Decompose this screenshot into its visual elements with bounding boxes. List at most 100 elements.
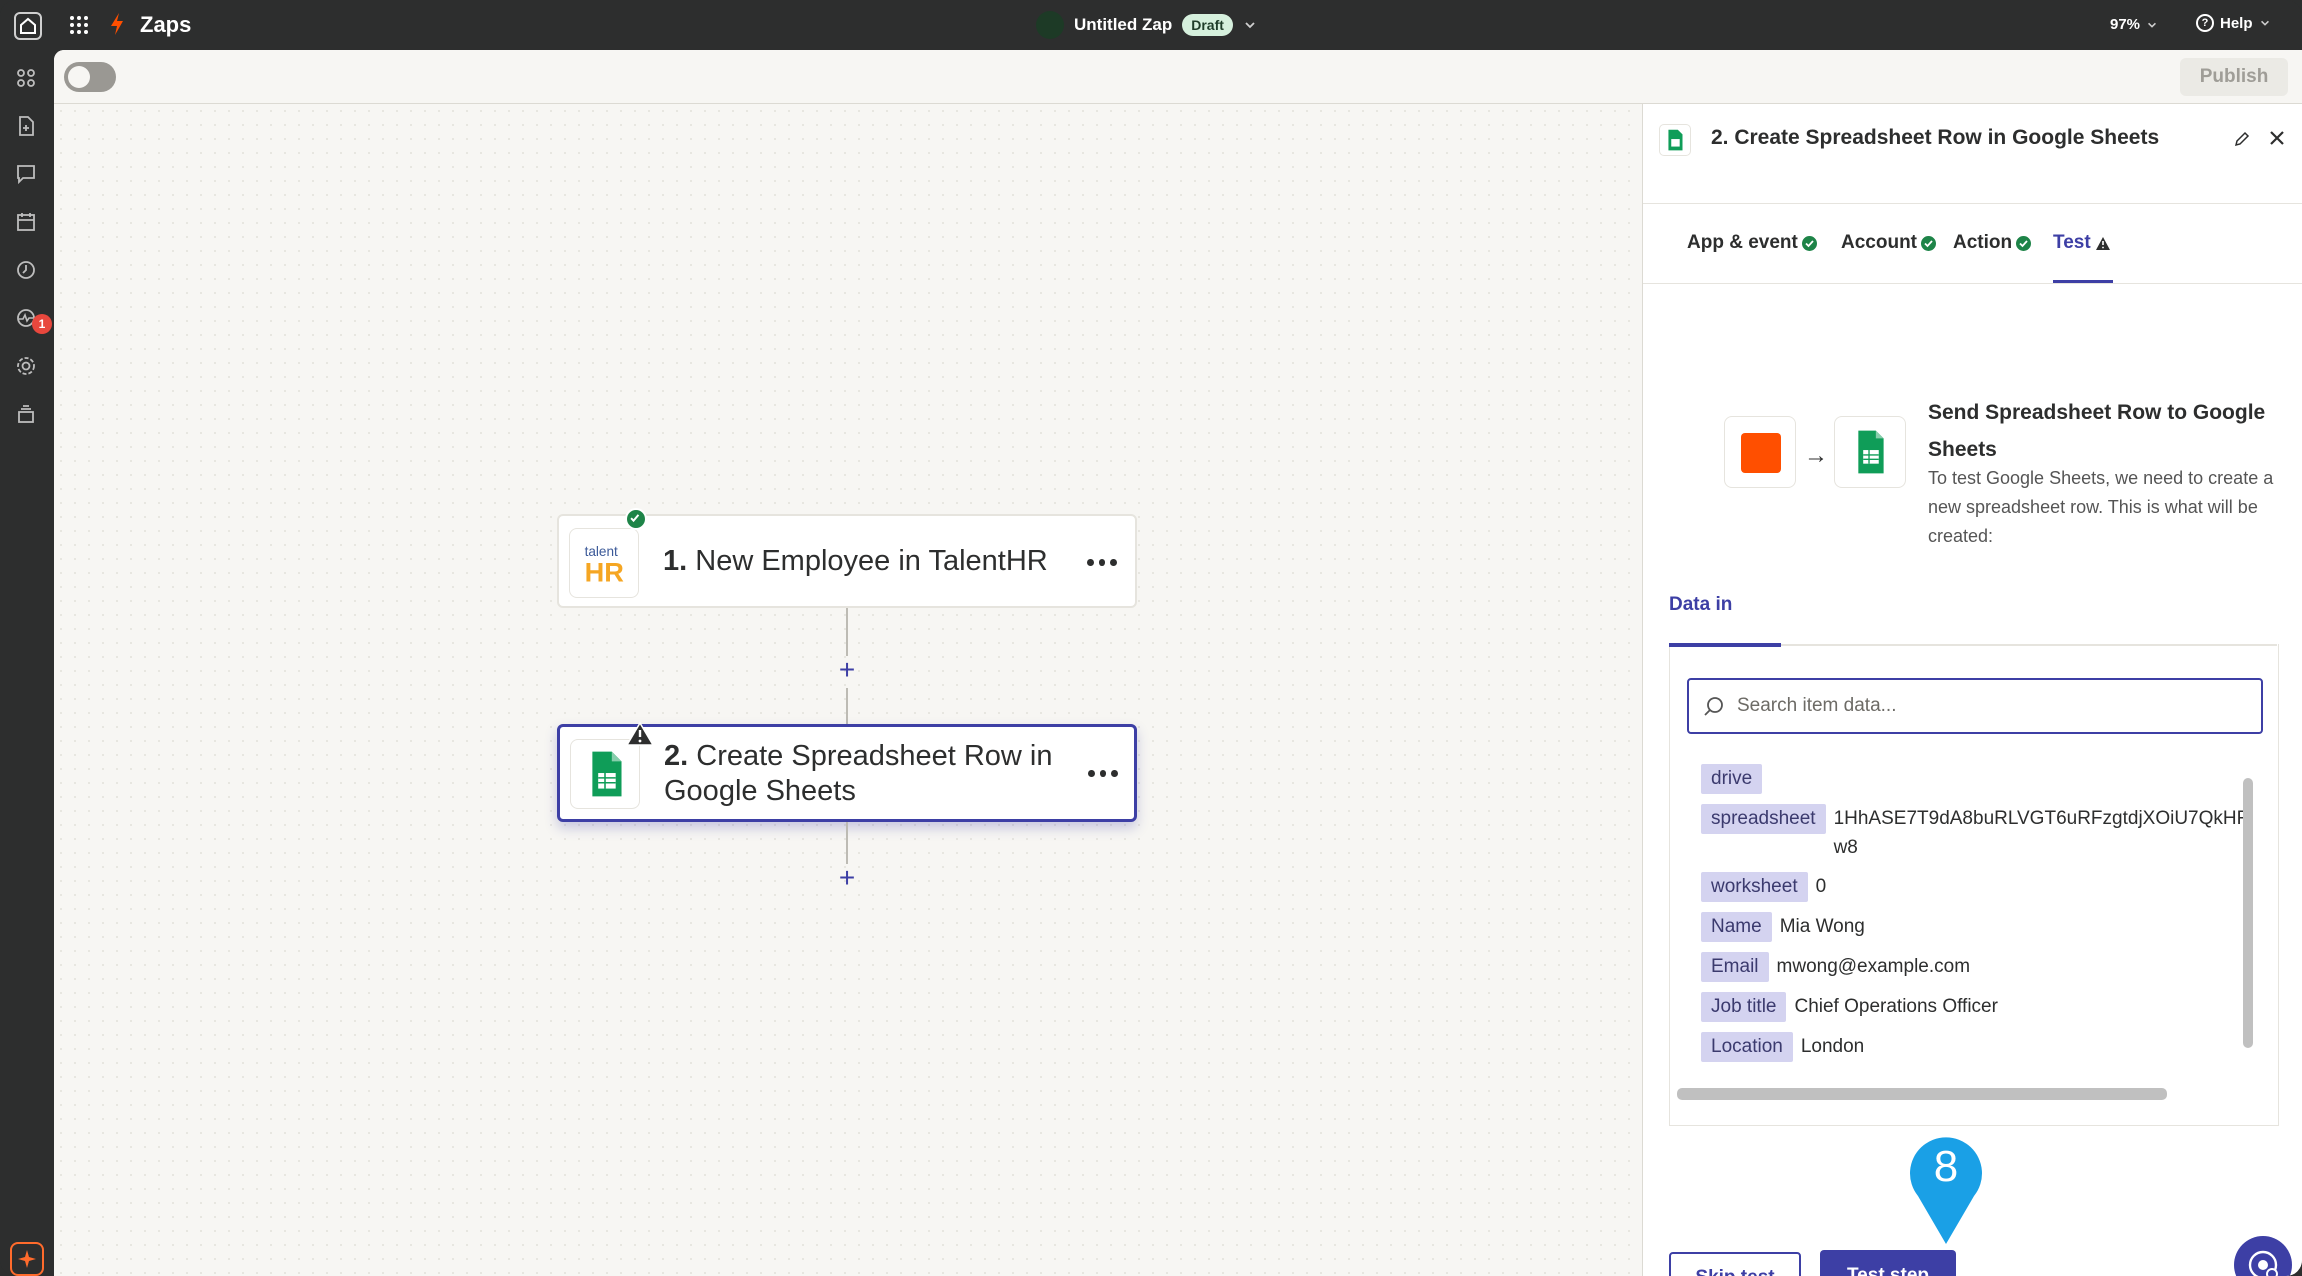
data-key: Location xyxy=(1701,1032,1793,1062)
tab-action[interactable]: Action xyxy=(1953,228,2032,258)
data-key: drive xyxy=(1701,764,1763,794)
data-item: Email mwong@example.com xyxy=(1701,952,1970,982)
tab-label: Test xyxy=(2053,232,2091,253)
top-bar: Zaps Untitled Zap Draft 97% ? Help xyxy=(0,0,2302,50)
data-key: Email xyxy=(1701,952,1769,982)
apps-grid-icon[interactable] xyxy=(68,14,90,36)
svg-text:HR: HR xyxy=(585,556,625,587)
search-field[interactable] xyxy=(1687,678,2263,734)
chevron-down-icon[interactable] xyxy=(1243,18,1257,32)
calendar-icon[interactable] xyxy=(14,210,38,234)
tab-label: App & event xyxy=(1687,232,1798,253)
test-step-button[interactable]: Test step xyxy=(1820,1250,1956,1276)
editor-toolbar: Publish xyxy=(54,50,2302,104)
zap-title[interactable]: Untitled Zap xyxy=(1074,15,1172,35)
step-card-action[interactable]: 2. Create Spreadsheet Row in Google Shee… xyxy=(557,721,1137,822)
draft-badge: Draft xyxy=(1182,14,1233,36)
vertical-scrollbar[interactable] xyxy=(2241,768,2253,1086)
zap-on-off-toggle[interactable] xyxy=(64,62,116,92)
step-tabs: App & event Account Action Test xyxy=(1643,204,2302,284)
connector-line xyxy=(846,608,848,656)
zoom-control[interactable]: 97% xyxy=(2110,16,2158,33)
check-circle-icon xyxy=(2016,235,2032,251)
tab-account[interactable]: Account xyxy=(1841,228,1936,258)
history-icon[interactable] xyxy=(14,258,38,282)
tab-test[interactable]: Test xyxy=(2053,228,2113,283)
google-sheets-icon xyxy=(1834,416,1906,488)
data-value: mwong@example.com xyxy=(1776,956,1971,977)
app-name[interactable]: Zaps xyxy=(140,12,191,38)
step-marker-pin: 8 xyxy=(1906,1128,1986,1248)
talenthr-logo-icon: talent HR xyxy=(569,528,639,598)
edit-pencil-icon[interactable] xyxy=(2233,130,2251,148)
zap-status-dot xyxy=(1036,11,1064,39)
skip-test-button[interactable]: Skip test xyxy=(1669,1252,1801,1276)
more-options-icon[interactable] xyxy=(1088,770,1119,780)
zoom-value: 97% xyxy=(2110,16,2141,33)
connector-line xyxy=(846,688,848,724)
tab-indicator xyxy=(1669,643,1781,647)
panel-title: 2. Create Spreadsheet Row in Google Shee… xyxy=(1711,126,2160,149)
data-value: 0 xyxy=(1815,876,1827,897)
warning-icon xyxy=(2095,236,2110,250)
data-item: drive xyxy=(1701,764,1770,794)
search-input[interactable] xyxy=(1737,688,2237,724)
arrow-right-icon: → xyxy=(1804,442,1828,469)
step-card-trigger[interactable]: talent HR 1. New Employee in TalentHR xyxy=(557,508,1137,608)
panel-header: 2. Create Spreadsheet Row in Google Shee… xyxy=(1643,104,2302,204)
support-chat-button[interactable] xyxy=(2234,1236,2292,1276)
app-window: Zaps Untitled Zap Draft 97% ? Help 1 Pub… xyxy=(0,0,2302,1276)
data-key: Name xyxy=(1701,912,1772,942)
data-item: worksheet 0 xyxy=(1701,872,1826,902)
tab-app-event[interactable]: App & event xyxy=(1687,228,1817,258)
data-value: Mia Wong xyxy=(1779,916,1865,937)
tab-label: Action xyxy=(1953,232,2013,253)
send-description: To test Google Sheets, we need to create… xyxy=(1928,468,2274,546)
zapier-bolt-icon xyxy=(108,12,126,36)
complete-check-icon xyxy=(625,508,647,530)
publish-button[interactable]: Publish xyxy=(2180,58,2288,96)
add-step-button[interactable]: + xyxy=(835,864,859,892)
help-icon: ? xyxy=(2196,14,2214,32)
copilot-icon[interactable] xyxy=(10,1242,44,1276)
data-items-list: drive spreadsheet 1HhASE7T9dA8buRLVGT6uR… xyxy=(1643,764,2253,1084)
google-sheets-logo-icon xyxy=(570,739,640,809)
settings-icon[interactable] xyxy=(14,354,38,378)
apps-icon[interactable] xyxy=(14,66,38,90)
step-name: Create Spreadsheet Row in Google Sheets xyxy=(664,740,1053,807)
step-title: 2. Create Spreadsheet Row in Google Shee… xyxy=(664,739,1084,809)
data-item: Job title Chief Operations Officer xyxy=(1701,992,1998,1022)
chevron-down-icon xyxy=(2260,20,2269,26)
file-icon[interactable] xyxy=(14,114,38,138)
warning-icon xyxy=(625,721,655,747)
home-icon[interactable] xyxy=(14,12,42,40)
check-circle-icon xyxy=(1801,235,1817,251)
versions-icon[interactable] xyxy=(14,402,38,426)
data-key: Job title xyxy=(1701,992,1787,1022)
data-value: 1HhASE7T9dA8buRLVGT6uRFzgtdjXOiU7QkHF w8 xyxy=(1833,808,2249,858)
comment-icon[interactable] xyxy=(14,162,38,186)
connector-line xyxy=(846,822,848,864)
step-title: 1. New Employee in TalentHR xyxy=(663,544,1048,579)
zap-title-group[interactable]: Untitled Zap Draft xyxy=(1036,10,1257,40)
data-item: Location London xyxy=(1701,1032,1864,1062)
horizontal-scrollbar[interactable] xyxy=(1663,1084,2249,1102)
more-options-icon[interactable] xyxy=(1087,559,1118,569)
data-item: spreadsheet 1HhASE7T9dA8buRLVGT6uRFzgtdj… xyxy=(1701,804,2248,862)
step-number: 2. xyxy=(664,740,689,772)
editor-main: Publish talent HR 1. New Employee in Tal… xyxy=(54,50,2302,1276)
tab-label: Account xyxy=(1841,232,1917,253)
step-detail-panel: 2. Create Spreadsheet Row in Google Shee… xyxy=(1642,104,2302,1276)
data-key: worksheet xyxy=(1701,872,1808,902)
search-icon xyxy=(1704,697,1723,716)
add-step-button[interactable]: + xyxy=(835,656,859,684)
data-value: London xyxy=(1800,1036,1865,1057)
data-key: spreadsheet xyxy=(1701,804,1826,834)
chevron-down-icon xyxy=(2148,22,2157,28)
tab-data-in[interactable]: Data in xyxy=(1669,594,1732,616)
left-rail: 1 xyxy=(0,50,54,1276)
check-circle-icon xyxy=(1921,235,1936,251)
help-menu[interactable]: ? Help xyxy=(2196,14,2271,32)
close-icon[interactable] xyxy=(2267,128,2287,148)
zap-canvas[interactable]: talent HR 1. New Employee in TalentHR + xyxy=(54,104,1642,1276)
